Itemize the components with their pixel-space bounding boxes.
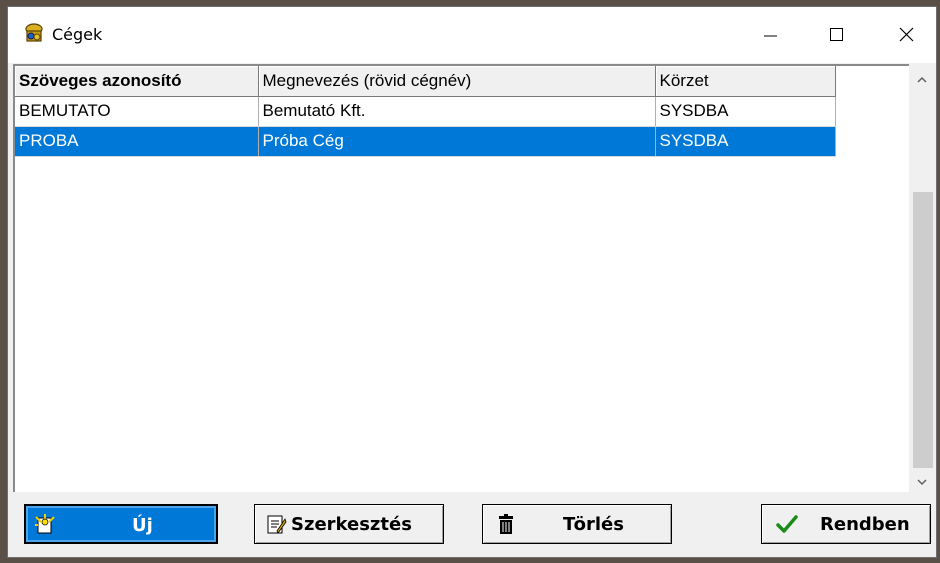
new-button-label: Új [132, 515, 153, 536]
cell-district[interactable]: SYSDBA [655, 126, 836, 157]
scroll-up-icon[interactable] [916, 74, 928, 86]
button-bar: Új Szerkesztés Törlés Rendben [8, 494, 936, 557]
table-row[interactable]: BEMUTATO Bemutató Kft. SYSDBA [15, 96, 836, 127]
column-header-name[interactable]: Megnevezés (rövid cégnév) [258, 66, 656, 97]
company-grid[interactable]: Szöveges azonosító Megnevezés (rövid cég… [13, 64, 909, 492]
delete-button-label: Törlés [563, 514, 624, 535]
scroll-down-icon[interactable] [916, 476, 928, 488]
edit-document-icon [267, 515, 287, 534]
table-row-selected[interactable]: PROBA Próba Cég SYSDBA [15, 126, 836, 157]
companies-app-icon [25, 23, 43, 42]
scrollbar-thumb[interactable] [913, 192, 933, 468]
column-header-district[interactable]: Körzet [655, 66, 836, 97]
company-table: Szöveges azonosító Megnevezés (rövid cég… [15, 66, 836, 157]
cell-id[interactable]: BEMUTATO [15, 96, 259, 127]
minimize-button[interactable] [744, 7, 798, 63]
ok-button-label: Rendben [820, 514, 910, 535]
new-document-icon [35, 514, 55, 534]
trash-icon [499, 514, 513, 534]
maximize-icon [830, 28, 843, 41]
cell-name[interactable]: Bemutató Kft. [258, 96, 656, 127]
edit-button[interactable]: Szerkesztés [254, 504, 444, 544]
edit-button-label: Szerkesztés [291, 514, 412, 535]
close-icon [899, 27, 914, 42]
maximize-button[interactable] [810, 7, 864, 63]
close-button[interactable] [880, 7, 934, 63]
ok-button[interactable]: Rendben [761, 504, 931, 544]
cell-id[interactable]: PROBA [15, 126, 259, 157]
cell-name[interactable]: Próba Cég [258, 126, 656, 157]
new-button[interactable]: Új [24, 504, 218, 544]
cegek-window: Cégek Szöveges azonosító Megnevezés (röv… [7, 6, 937, 558]
vertical-scrollbar[interactable] [909, 64, 935, 492]
column-header-id[interactable]: Szöveges azonosító [15, 66, 259, 97]
minimize-icon [764, 35, 777, 37]
cell-district[interactable]: SYSDBA [655, 96, 836, 127]
title-bar[interactable]: Cégek [8, 7, 936, 63]
header-row: Szöveges azonosító Megnevezés (rövid cég… [15, 66, 836, 97]
delete-button[interactable]: Törlés [482, 504, 672, 544]
window-title: Cégek [52, 25, 103, 44]
checkmark-icon [776, 515, 798, 533]
